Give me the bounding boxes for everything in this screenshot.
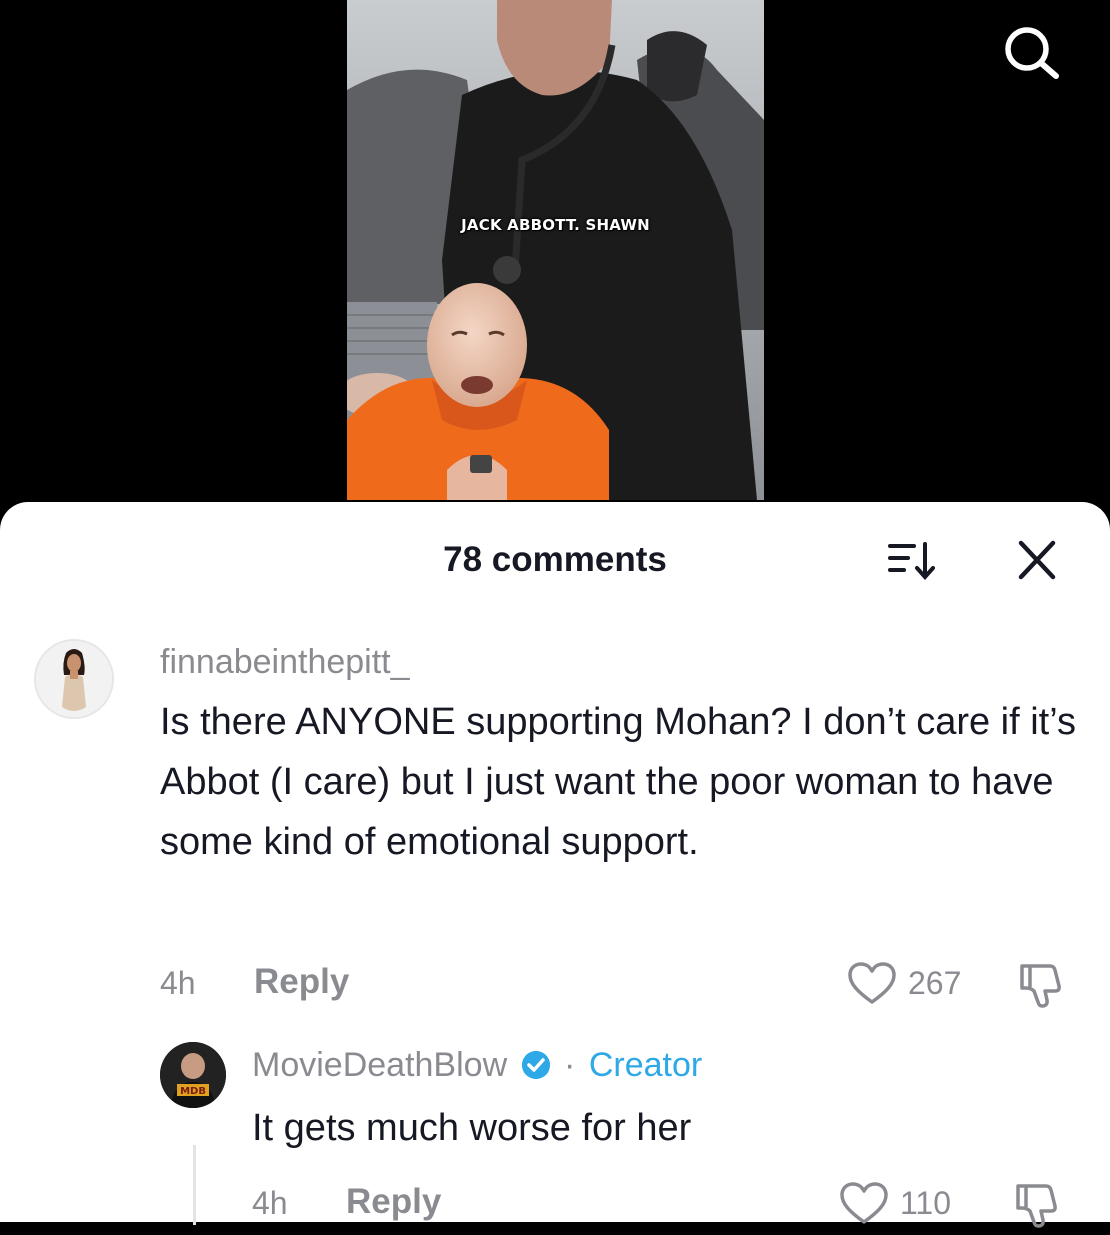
dislike-button[interactable] — [1014, 960, 1068, 1010]
search-button[interactable] — [995, 22, 1069, 86]
avatar[interactable] — [34, 639, 114, 719]
reply-like-count: 110 — [900, 1185, 952, 1221]
thread-line — [193, 1145, 196, 1225]
sort-button[interactable] — [880, 536, 940, 586]
comment-timestamp: 4h — [160, 965, 196, 1001]
search-icon — [1005, 27, 1059, 79]
reply-like-button[interactable] — [838, 1180, 890, 1228]
comments-sheet: 78 comments finnabeinthepitt_ Is there A… — [0, 502, 1110, 1228]
video-caption: JACK ABBOTT. SHAWN — [461, 216, 650, 234]
verified-badge-icon — [521, 1050, 551, 1089]
svg-text:MDB: MDB — [180, 1086, 206, 1097]
comments-count-title: 78 comments — [443, 540, 667, 579]
reply-reply-button[interactable]: Reply — [346, 1182, 441, 1222]
sort-icon — [888, 542, 935, 581]
dislike-icon — [1016, 1184, 1057, 1228]
dislike-icon — [1020, 964, 1061, 1008]
close-icon — [1018, 540, 1056, 580]
reply-timestamp: 4h — [252, 1185, 288, 1221]
reply-button[interactable]: Reply — [254, 962, 349, 1002]
creator-label: Creator — [588, 1046, 703, 1084]
reply-username[interactable]: MovieDeathBlow — [252, 1046, 507, 1084]
comment-username[interactable]: finnabeinthepitt_ — [160, 643, 410, 682]
heart-icon — [848, 962, 896, 1004]
video-frame[interactable]: JACK ABBOTT. SHAWN — [347, 0, 764, 500]
close-button[interactable] — [1012, 538, 1062, 584]
separator-dot: · — [564, 1046, 576, 1084]
like-button[interactable] — [846, 960, 898, 1008]
video-player[interactable]: JACK ABBOTT. SHAWN — [0, 0, 1110, 520]
reply-username-row: MovieDeathBlow · Creator — [252, 1046, 702, 1089]
reply-dislike-button[interactable] — [1010, 1180, 1064, 1230]
reply-text: It gets much worse for her — [252, 1107, 692, 1149]
like-count: 267 — [908, 965, 962, 1001]
heart-icon — [840, 1182, 888, 1224]
video-still-image — [347, 0, 764, 500]
creator-photo: MDB — [160, 1042, 226, 1108]
creator-avatar[interactable]: MDB — [160, 1042, 226, 1108]
comment-text: Is there ANYONE supporting Mohan? I don’… — [160, 701, 1076, 863]
user-photo — [36, 641, 112, 717]
